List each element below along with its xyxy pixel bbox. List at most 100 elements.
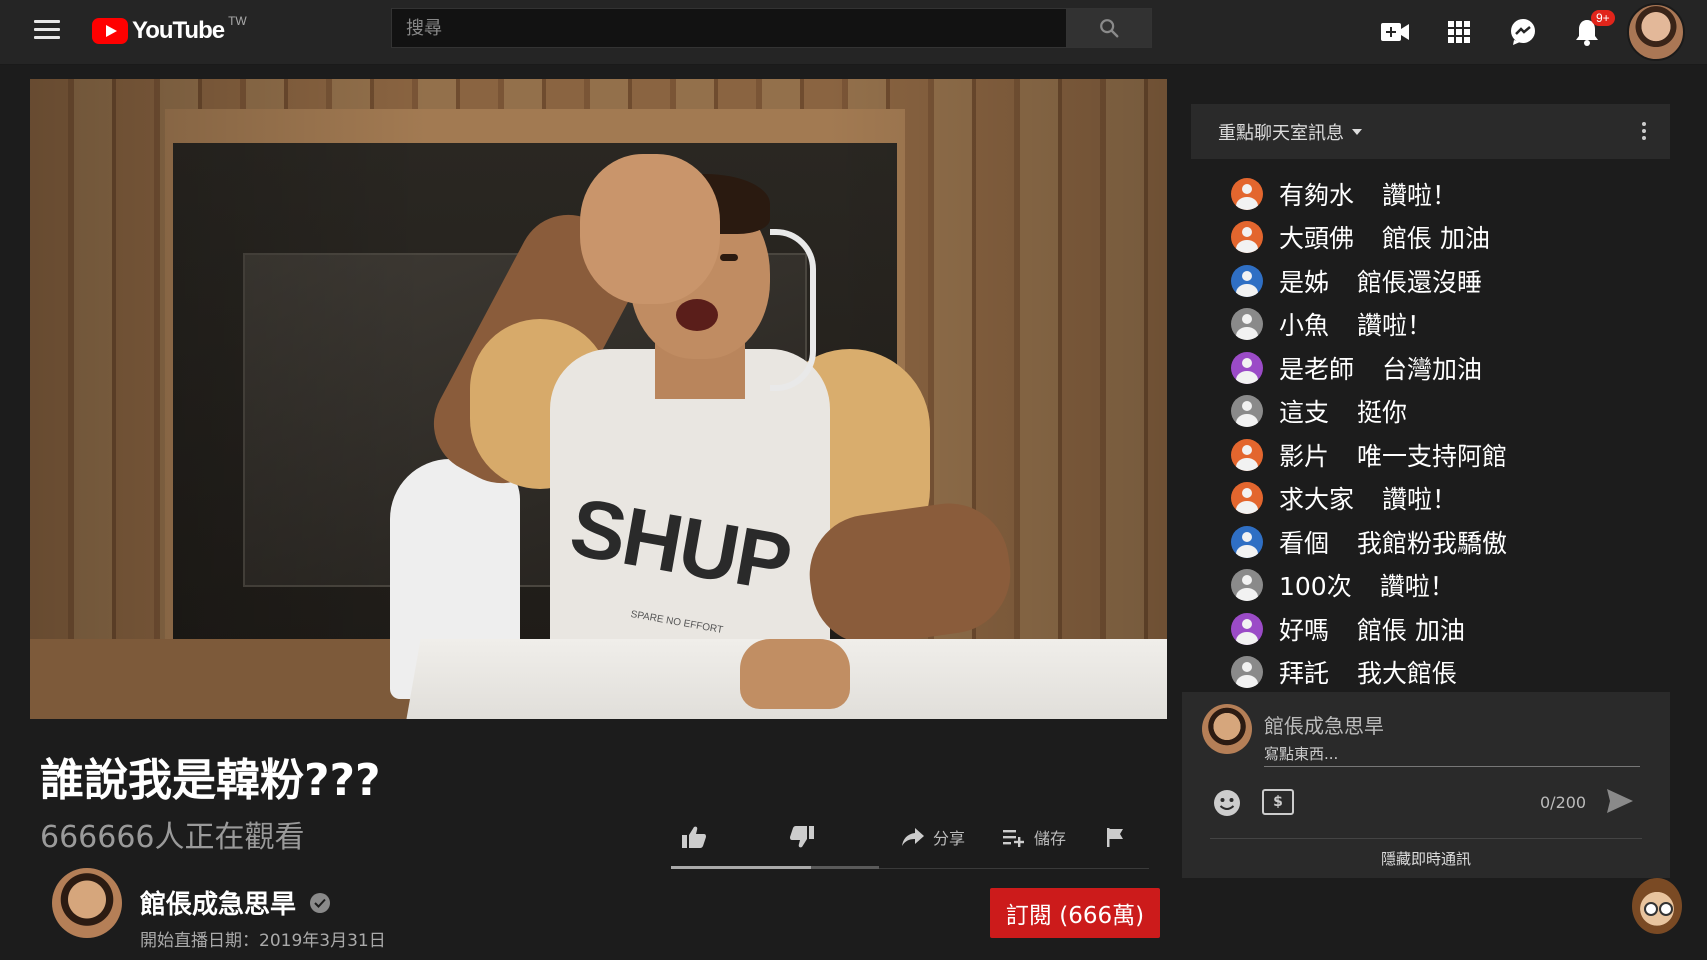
logo-text: YouTube	[132, 17, 225, 44]
chat-message: 看個 我館粉我驕傲	[1231, 520, 1507, 564]
thumbs-down-icon	[790, 826, 814, 848]
chat-message: 求大家 讚啦！	[1231, 477, 1507, 521]
chat-message: 是姊 館倀還沒睡	[1231, 259, 1507, 303]
messages-icon	[1511, 19, 1535, 45]
chevron-down-icon	[1352, 128, 1362, 135]
chat-author-name[interactable]: 小魚	[1279, 306, 1329, 342]
apps-button[interactable]	[1427, 6, 1491, 58]
chat-message: 這支 挺你	[1231, 390, 1507, 434]
chat-author-avatar-icon[interactable]	[1231, 395, 1263, 428]
youtube-logo[interactable]: YouTube TW	[92, 14, 247, 46]
chat-message-text: 讚啦！	[1357, 311, 1433, 341]
chat-author-avatar-icon[interactable]	[1231, 482, 1263, 515]
chat-header: 重點聊天室訊息	[1191, 104, 1670, 159]
super-chat-icon: $	[1273, 794, 1283, 810]
send-icon	[1607, 789, 1633, 813]
video-fist	[580, 154, 720, 304]
chat-author-name[interactable]: 看個	[1279, 524, 1329, 560]
video-mouth	[676, 299, 718, 331]
composer-divider	[1210, 838, 1642, 839]
menu-icon[interactable]	[34, 20, 60, 40]
video-actions: 分享 儲存	[671, 810, 1149, 869]
chat-message-text: 讚啦！	[1379, 572, 1455, 602]
video-player[interactable]: SHUP SPARE NO EFFORT	[30, 79, 1167, 719]
chat-author-avatar-icon[interactable]	[1231, 177, 1263, 210]
more-options-icon[interactable]	[1642, 122, 1646, 143]
hide-chat-button[interactable]: 隱藏即時通訊	[1182, 848, 1670, 869]
chat-author-avatar-icon[interactable]	[1231, 656, 1263, 689]
chat-author-avatar-icon[interactable]	[1231, 438, 1263, 471]
chat-author-avatar-icon[interactable]	[1231, 351, 1263, 384]
emoji-button[interactable]	[1212, 788, 1242, 822]
chat-author-name[interactable]: 這支	[1279, 393, 1329, 429]
video-headphones	[770, 229, 816, 391]
composer-user-name: 館倀成急思旱	[1264, 714, 1384, 738]
chat-author-avatar-icon[interactable]	[1231, 221, 1263, 254]
chat-author-name[interactable]: 100次	[1279, 567, 1352, 603]
subscribe-button[interactable]: 訂閱 (666萬)	[990, 888, 1160, 938]
chat-author-avatar-icon[interactable]	[1231, 308, 1263, 341]
logo-region: TW	[228, 14, 247, 28]
viewer-count: 666666人正在觀看	[40, 820, 305, 855]
chat-message-text: 館倀 加油	[1382, 224, 1490, 254]
flag-icon	[1107, 828, 1123, 847]
dislike-button[interactable]	[789, 810, 823, 864]
search-input[interactable]	[391, 8, 1067, 48]
chat-mode-label: 重點聊天室訊息	[1218, 122, 1344, 144]
share-button[interactable]: 分享	[901, 810, 965, 864]
thumbs-up-icon	[682, 826, 706, 848]
youtube-play-icon	[92, 18, 128, 44]
save-label: 儲存	[1034, 829, 1067, 848]
live-chat-panel: 重點聊天室訊息 有夠水 讚啦！ 大頭佛 館倀 加油 是姊 館倀還沒睡 小魚 讚啦！ 是老師 台灣加…	[1191, 104, 1670, 689]
chat-author-name[interactable]: 求大家	[1279, 480, 1354, 516]
chat-message-input[interactable]	[1264, 742, 1640, 767]
chat-message: 是老師 台灣加油	[1231, 346, 1507, 390]
chat-author-name[interactable]: 好嗎	[1279, 611, 1329, 647]
chat-author-name[interactable]: 是老師	[1279, 350, 1354, 386]
chat-author-name[interactable]: 有夠水	[1279, 176, 1354, 212]
report-button[interactable]	[1105, 810, 1133, 864]
chat-author-name[interactable]: 拜託	[1279, 654, 1329, 690]
like-ratio-bar	[671, 866, 879, 869]
chat-message-text: 讚啦！	[1382, 180, 1458, 210]
chat-message-text: 館倀還沒睡	[1357, 267, 1483, 297]
notification-badge: 9+	[1591, 10, 1615, 26]
chat-author-avatar-icon[interactable]	[1231, 264, 1263, 297]
search-button[interactable]	[1067, 8, 1152, 48]
chat-message: 大頭佛 館倀 加油	[1231, 216, 1507, 260]
super-chat-button[interactable]: $	[1262, 789, 1294, 815]
chat-author-name[interactable]: 影片	[1279, 437, 1329, 473]
video-hand	[740, 639, 850, 709]
chat-message-text: 我館粉我驕傲	[1357, 528, 1508, 558]
chat-author-avatar-icon[interactable]	[1231, 569, 1263, 602]
create-video-button[interactable]	[1363, 6, 1427, 58]
composer-avatar	[1202, 704, 1252, 754]
like-ratio-fill	[671, 866, 811, 869]
notifications-button[interactable]: 9+	[1555, 6, 1619, 58]
chat-message: 有夠水 讚啦！	[1231, 172, 1507, 216]
send-button[interactable]	[1606, 788, 1634, 818]
account-avatar[interactable]	[1627, 3, 1685, 61]
chat-author-name[interactable]: 是姊	[1279, 263, 1329, 299]
chat-message-text: 讚啦！	[1382, 485, 1458, 515]
emoji-icon	[1214, 790, 1240, 816]
chat-author-avatar-icon[interactable]	[1231, 525, 1263, 558]
messages-button[interactable]	[1491, 6, 1555, 58]
chat-message: 小魚 讚啦！	[1231, 303, 1507, 347]
share-label: 分享	[933, 829, 966, 848]
chat-author-avatar-icon[interactable]	[1231, 612, 1263, 645]
chat-message-text: 唯一支持阿館	[1357, 441, 1508, 471]
channel-name[interactable]: 館倀成急思旱	[140, 884, 296, 921]
chat-message: 100次 讚啦！	[1231, 564, 1507, 608]
chat-mode-dropdown[interactable]: 重點聊天室訊息	[1218, 119, 1362, 145]
chat-message-text: 館倀 加油	[1357, 615, 1465, 645]
search-bar	[391, 8, 1152, 48]
save-button[interactable]: 儲存	[1002, 810, 1066, 864]
chat-author-name[interactable]: 大頭佛	[1279, 219, 1354, 255]
channel-avatar[interactable]	[52, 868, 122, 938]
video-eye-right	[720, 254, 738, 261]
chat-message: 影片 唯一支持阿館	[1231, 433, 1507, 477]
like-button[interactable]	[681, 810, 715, 864]
chat-message: 拜託 我大館倀	[1231, 651, 1507, 695]
chat-message-list: 有夠水 讚啦！ 大頭佛 館倀 加油 是姊 館倀還沒睡 小魚 讚啦！ 是老師 台灣加油 這支 挺你 影片唯…	[1231, 172, 1507, 694]
